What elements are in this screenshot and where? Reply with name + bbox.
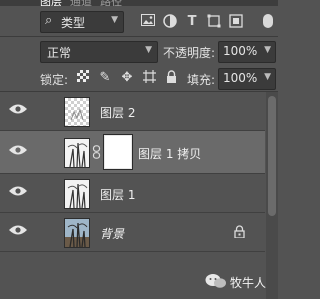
lock-image-pixels-icon[interactable]: ✎ <box>97 70 113 86</box>
search-icon: ⌕ <box>45 13 53 28</box>
chevron-down-icon: ▼ <box>264 72 271 82</box>
fill-field[interactable]: 100% ▼ <box>218 68 276 90</box>
lock-all-icon[interactable] <box>163 70 179 86</box>
blend-row: 正常 ▼ 不透明度: 100% ▼ <box>0 38 278 64</box>
wechat-logo-icon <box>205 273 227 289</box>
layer-name[interactable]: 图层 2 <box>100 104 135 121</box>
opacity-value: 100% <box>223 44 258 58</box>
tab-paths[interactable]: 路径 <box>100 0 122 6</box>
adjustment-filter-icon[interactable] <box>162 14 178 30</box>
lock-row: 锁定: ✎ ✥ 填充: 100% ▼ <box>0 66 278 90</box>
blend-mode-value: 正常 <box>47 46 72 60</box>
lock-icon[interactable] <box>234 225 246 239</box>
filter-toggle-switch[interactable] <box>263 14 273 28</box>
layer-list-scrollbar[interactable] <box>266 92 278 299</box>
shape-filter-icon[interactable] <box>206 14 222 30</box>
visibility-eye-icon[interactable] <box>8 144 30 158</box>
layer-name[interactable]: 背景 <box>100 225 124 242</box>
type-filter-icon[interactable]: T <box>184 14 200 30</box>
filter-kind-label: 类型 <box>61 16 86 30</box>
chain-link-icon[interactable] <box>92 145 102 159</box>
opacity-field[interactable]: 100% ▼ <box>218 41 276 63</box>
visibility-eye-icon[interactable] <box>8 103 30 117</box>
divider <box>0 36 278 37</box>
layer-row[interactable]: 图层 2 <box>0 92 265 131</box>
image-filter-icon[interactable] <box>140 14 156 30</box>
layer-filter-row: ⌕ 类型 ▼ T <box>0 8 278 36</box>
blend-mode-select[interactable]: 正常 ▼ <box>40 41 158 63</box>
smart-object-filter-icon[interactable] <box>228 14 244 30</box>
filter-kind-select[interactable]: ⌕ 类型 ▼ <box>40 11 124 33</box>
layer-name[interactable]: 图层 1 <box>100 186 135 203</box>
chevron-down-icon: ▼ <box>264 45 271 55</box>
panel-tab-bar: 图层 通道 路径 <box>0 0 278 6</box>
tab-channels[interactable]: 通道 <box>70 0 92 6</box>
lock-position-icon[interactable]: ✥ <box>119 70 135 86</box>
visibility-eye-icon[interactable] <box>8 185 30 199</box>
layer-row-background[interactable]: 背景 <box>0 213 265 252</box>
lock-label: 锁定: <box>40 73 69 87</box>
layer-name[interactable]: 图层 1 拷贝 <box>138 145 201 162</box>
layers-panel: 图层 通道 路径 ⌕ 类型 ▼ T 正常 ▼ 不透明度: <box>0 0 278 299</box>
lock-artboard-icon[interactable] <box>141 70 157 86</box>
opacity-label: 不透明度: <box>163 46 216 60</box>
layer-thumbnail <box>64 218 90 248</box>
fill-label: 填充: <box>187 73 216 87</box>
layer-thumbnail <box>64 138 90 168</box>
layer-mask-thumbnail[interactable] <box>103 134 133 170</box>
tab-layers[interactable]: 图层 <box>40 0 62 6</box>
scrollbar-thumb[interactable] <box>268 96 276 216</box>
layer-thumbnail <box>64 179 90 209</box>
chevron-down-icon: ▼ <box>111 15 118 25</box>
fill-value: 100% <box>223 71 258 85</box>
lock-transparent-pixels-icon[interactable] <box>75 70 91 86</box>
layer-row[interactable]: 图层 1 <box>0 174 265 213</box>
watermark-text: 牧牛人 <box>230 276 267 290</box>
layer-thumbnail <box>64 97 90 127</box>
chevron-down-icon: ▼ <box>145 45 152 55</box>
visibility-eye-icon[interactable] <box>8 224 30 238</box>
layer-row-selected[interactable]: 图层 1 拷贝 <box>0 131 265 174</box>
layer-list: 图层 2 图层 1 拷贝 图层 1 背景 <box>0 92 278 299</box>
